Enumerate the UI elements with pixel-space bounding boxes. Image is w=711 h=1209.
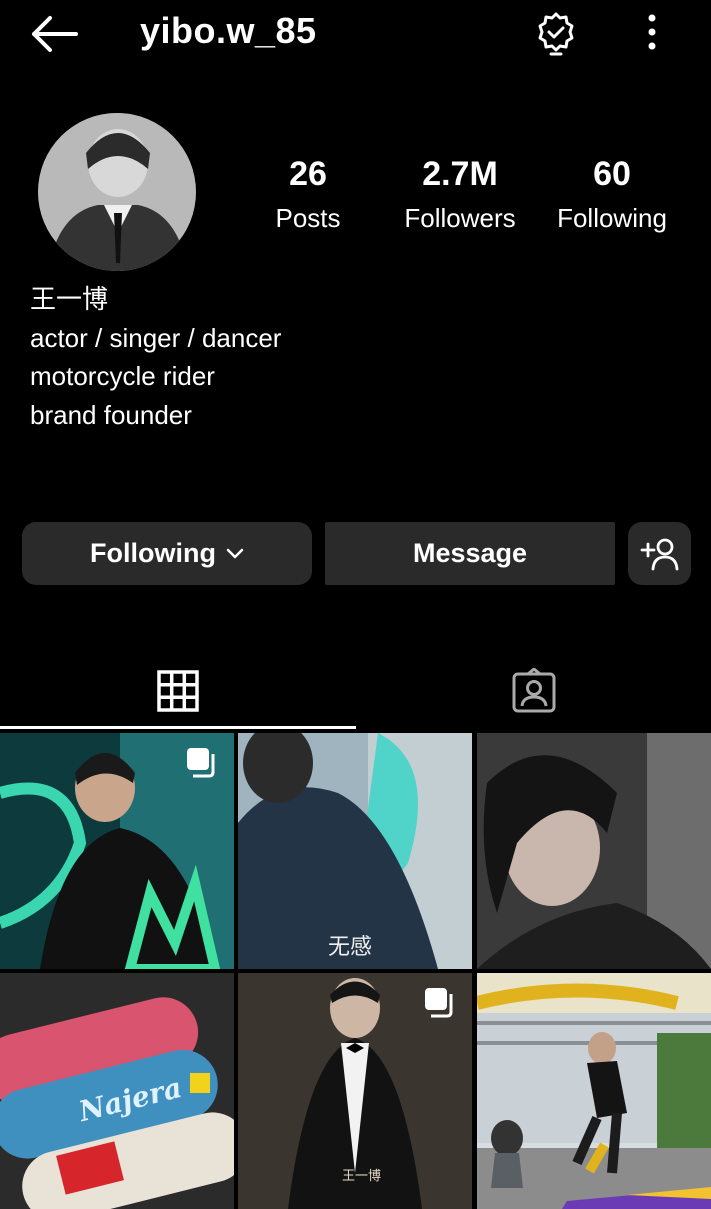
posts-count: 26 [289, 155, 327, 193]
multiple-images-icon [425, 988, 453, 1018]
notifications-button[interactable] [532, 10, 580, 58]
avatar-image [38, 113, 196, 271]
tab-posts-grid[interactable] [0, 655, 356, 727]
multiple-images-icon [187, 748, 215, 778]
bio-line: motorcycle rider [30, 361, 215, 391]
following-label: Following [557, 203, 667, 233]
profile-name: 王一博 [30, 284, 109, 314]
post-thumbnail[interactable]: 无感 [238, 733, 472, 969]
add-person-icon [640, 538, 678, 570]
following-button-label: Following [90, 538, 216, 568]
bell-check-icon [538, 12, 574, 56]
more-options-button[interactable] [630, 12, 674, 56]
grid-icon [157, 670, 199, 712]
posts-label: Posts [275, 203, 341, 233]
avatar[interactable] [38, 113, 196, 271]
bio: 王一博 actor / singer / dancer motorcycle r… [30, 280, 281, 434]
post-image [477, 733, 711, 969]
post-thumbnail[interactable]: Najera [0, 973, 234, 1209]
page-title: yibo.w_85 [140, 10, 317, 51]
following-button[interactable]: Following [22, 522, 312, 585]
arrow-left-icon [32, 16, 78, 52]
post-thumbnail[interactable]: 王一博 [238, 973, 472, 1209]
add-person-button[interactable] [628, 522, 691, 585]
post-overlay-text: 无感 [328, 935, 373, 960]
tagged-person-icon [512, 668, 556, 713]
post-overlay-text: 王一博 [342, 1169, 382, 1184]
post-thumbnail[interactable] [477, 733, 711, 969]
posts-stat[interactable]: 26 Posts [258, 154, 358, 236]
followers-stat[interactable]: 2.7M Followers [390, 154, 530, 236]
more-vertical-icon [648, 14, 656, 50]
post-image [477, 973, 711, 1209]
chevron-down-icon [226, 548, 244, 558]
message-button-label: Message [412, 538, 528, 568]
active-tab-indicator [0, 726, 356, 729]
tab-tagged[interactable] [356, 655, 711, 727]
followers-count: 2.7M [422, 155, 498, 193]
bio-line: brand founder [30, 399, 192, 430]
message-button[interactable]: Message [325, 522, 615, 585]
bio-line: actor / singer / dancer [30, 322, 282, 353]
post-thumbnail[interactable] [477, 973, 711, 1209]
following-count: 60 [593, 155, 631, 193]
followers-label: Followers [404, 203, 516, 233]
following-stat[interactable]: 60 Following [545, 154, 679, 236]
post-thumbnail[interactable] [0, 733, 234, 969]
back-button[interactable] [28, 14, 80, 54]
